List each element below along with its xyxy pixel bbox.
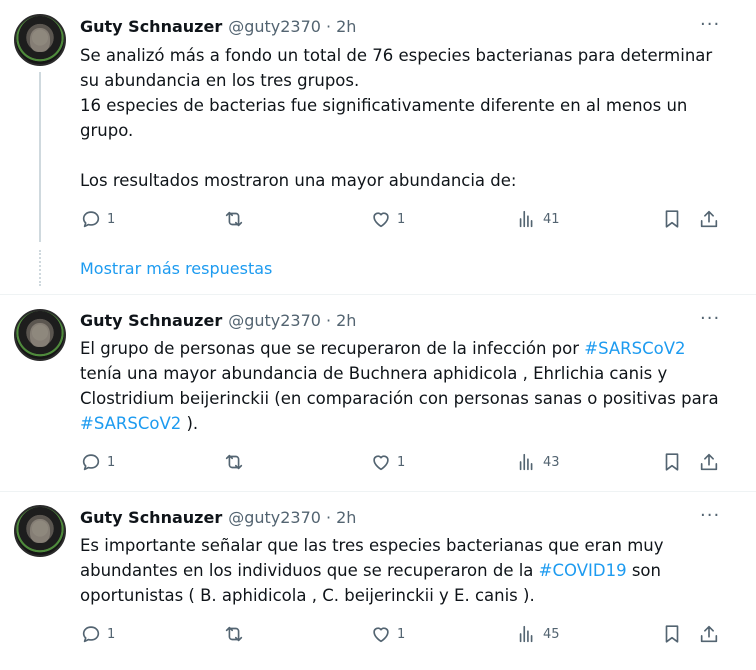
retweet-button[interactable] — [223, 623, 250, 645]
text-segment: ). — [181, 414, 199, 433]
author-name[interactable]: Guty Schnauzer — [80, 17, 222, 36]
separator-dot: · — [325, 507, 332, 527]
reply-icon — [82, 454, 100, 471]
hashtag-link[interactable]: #COVID19 — [539, 561, 627, 580]
share-button[interactable] — [698, 208, 720, 230]
thread-dots — [39, 250, 41, 286]
tweet-text-line: #SARSCoV2 ). — [80, 411, 730, 436]
hashtag-link[interactable]: #SARSCoV2 — [584, 339, 685, 358]
like-icon — [373, 212, 389, 228]
bookmark-icon — [665, 453, 679, 471]
more-options-icon[interactable]: ··· — [700, 505, 720, 526]
bookmark-icon — [665, 210, 679, 228]
tweet-header: Guty Schnauzer @guty2370 · 2h — [80, 308, 356, 332]
share-button[interactable] — [698, 623, 720, 645]
author-handle[interactable]: @guty2370 — [228, 17, 321, 36]
views-button[interactable]: 43 — [516, 451, 560, 473]
tweet-text-line: 16 especies de bacterias fue significati… — [80, 96, 688, 115]
avatar[interactable] — [14, 505, 66, 557]
tweet-text-line: Clostridium beijerinckii (en comparación… — [80, 389, 719, 408]
timestamp[interactable]: 2h — [336, 311, 356, 330]
tweet-text-line: El grupo de personas que se recuperaron … — [80, 336, 730, 361]
like-button[interactable]: 1 — [370, 208, 405, 230]
tweet-text: Es importante señalar que las tres espec… — [80, 533, 730, 608]
author-name[interactable]: Guty Schnauzer — [80, 311, 222, 330]
tweet-text: Se analizó más a fondo un total de 76 es… — [80, 43, 730, 193]
reply-button[interactable]: 1 — [80, 623, 115, 645]
timestamp[interactable]: 2h — [336, 508, 356, 527]
like-button[interactable]: 1 — [370, 451, 405, 473]
reply-button[interactable]: 1 — [80, 208, 115, 230]
retweet-button[interactable] — [223, 451, 250, 473]
author-name[interactable]: Guty Schnauzer — [80, 508, 222, 527]
views-icon — [519, 625, 533, 643]
tweet-text-line — [80, 143, 730, 168]
tweet-text-line: Se analizó más a fondo un total de 76 es… — [80, 46, 713, 65]
tweet-actions: 1 1 41 — [80, 208, 730, 230]
reply-icon — [82, 626, 100, 643]
like-icon — [373, 627, 389, 643]
share-icon — [700, 210, 718, 228]
text-segment: abundantes en los individuos que se recu… — [80, 561, 539, 580]
thread-line — [39, 72, 41, 242]
views-count: 41 — [543, 211, 560, 227]
like-count: 1 — [397, 626, 406, 642]
tweet-text-line: grupo. — [80, 121, 134, 140]
tweet-text-line: su abundancia en los tres grupos. — [80, 71, 360, 90]
tweet[interactable]: Guty Schnauzer @guty2370 · 2h ··· El gru… — [0, 295, 756, 485]
tweet[interactable]: Guty Schnauzer @guty2370 · 2h ··· Se ana… — [0, 0, 756, 245]
share-icon — [700, 625, 718, 643]
author-handle[interactable]: @guty2370 — [228, 508, 321, 527]
views-count: 45 — [543, 626, 560, 642]
author-handle[interactable]: @guty2370 — [228, 311, 321, 330]
views-icon — [519, 210, 533, 228]
bookmark-button[interactable] — [661, 208, 683, 230]
share-icon — [700, 453, 718, 471]
timestamp[interactable]: 2h — [336, 17, 356, 36]
show-more-replies-link[interactable]: Mostrar más respuestas — [80, 259, 272, 278]
retweet-icon — [225, 626, 243, 642]
tweet-text-line: tenía una mayor abundancia de Buchnera a… — [80, 364, 668, 383]
tweet-actions: 1 1 43 — [80, 451, 730, 473]
retweet-icon — [225, 211, 243, 227]
reply-icon — [82, 211, 100, 228]
more-options-icon[interactable]: ··· — [700, 14, 720, 35]
tweet-actions: 1 1 45 — [80, 623, 730, 645]
more-options-icon[interactable]: ··· — [700, 308, 720, 329]
tweet-text-line: abundantes en los individuos que se recu… — [80, 558, 730, 583]
views-count: 43 — [543, 454, 560, 470]
separator-dot: · — [325, 310, 332, 330]
tweet-text-line: Los resultados mostraron una mayor abund… — [80, 171, 517, 190]
tweet-header: Guty Schnauzer @guty2370 · 2h — [80, 14, 356, 38]
reply-count: 1 — [107, 454, 116, 470]
bookmark-icon — [665, 625, 679, 643]
text-segment: El grupo de personas que se recuperaron … — [80, 339, 585, 358]
avatar[interactable] — [14, 309, 66, 361]
like-button[interactable]: 1 — [370, 623, 405, 645]
tweet[interactable]: Guty Schnauzer @guty2370 · 2h ··· Es imp… — [0, 492, 756, 670]
tweet-header: Guty Schnauzer @guty2370 · 2h — [80, 505, 356, 529]
like-count: 1 — [397, 211, 406, 227]
separator-dot: · — [325, 16, 332, 36]
tweet-text-line: oportunistas ( B. aphidicola , C. beijer… — [80, 586, 535, 605]
reply-count: 1 — [107, 626, 116, 642]
views-button[interactable]: 41 — [516, 208, 560, 230]
reply-button[interactable]: 1 — [80, 451, 115, 473]
tweet-text: El grupo de personas que se recuperaron … — [80, 336, 730, 436]
reply-count: 1 — [107, 211, 116, 227]
like-count: 1 — [397, 454, 406, 470]
share-button[interactable] — [698, 451, 720, 473]
avatar[interactable] — [14, 14, 66, 66]
retweet-icon — [225, 454, 243, 470]
bookmark-button[interactable] — [661, 623, 683, 645]
tweet-text-line: Es importante señalar que las tres espec… — [80, 536, 664, 555]
views-button[interactable]: 45 — [516, 623, 560, 645]
text-segment: son — [626, 561, 661, 580]
bookmark-button[interactable] — [661, 451, 683, 473]
like-icon — [373, 455, 389, 471]
retweet-button[interactable] — [223, 208, 250, 230]
views-icon — [519, 453, 533, 471]
hashtag-link[interactable]: #SARSCoV2 — [80, 414, 181, 433]
